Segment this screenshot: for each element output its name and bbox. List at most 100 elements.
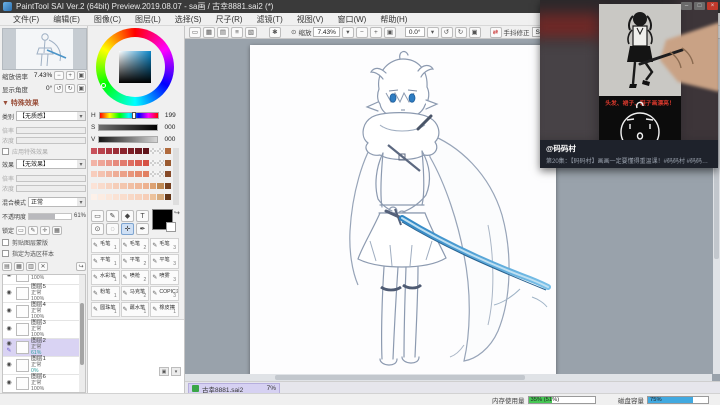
effect-select[interactable]: 【无效果】 ▾ bbox=[16, 159, 86, 169]
canvas-hscrollbar[interactable] bbox=[185, 374, 712, 381]
panel-option-button[interactable]: ▣ bbox=[159, 367, 169, 376]
swatch[interactable] bbox=[128, 160, 134, 166]
swap-colors-icon[interactable]: ↪ bbox=[174, 209, 180, 217]
swatch[interactable] bbox=[128, 183, 134, 189]
eye-icon[interactable]: ◉ bbox=[4, 380, 14, 387]
layer-thumbnail[interactable] bbox=[16, 359, 29, 372]
layer-list-scrollbar[interactable] bbox=[79, 275, 85, 392]
swatch[interactable] bbox=[128, 148, 134, 154]
swatch[interactable] bbox=[113, 148, 119, 154]
lock-draw-icon[interactable]: ✎ bbox=[28, 226, 38, 235]
layer-row-selected[interactable]: ◉✎ 图层2正常61% bbox=[3, 339, 85, 357]
brush-preset[interactable]: ✎圆珠笔1 bbox=[91, 302, 120, 317]
swatch[interactable] bbox=[143, 171, 149, 177]
layer-row[interactable]: ◉ 图层1正常0% bbox=[3, 357, 85, 375]
value-slider[interactable] bbox=[98, 136, 158, 143]
rotate-cw-button[interactable]: ↻ bbox=[65, 84, 74, 93]
swatch[interactable] bbox=[135, 183, 141, 189]
swatch[interactable] bbox=[113, 171, 119, 177]
swatch[interactable] bbox=[165, 160, 171, 166]
swatch[interactable] bbox=[157, 183, 163, 189]
swatch[interactable] bbox=[143, 148, 149, 154]
rect-select-tool[interactable]: ▭ bbox=[91, 210, 104, 222]
selection-feather-icon[interactable]: ▧ bbox=[245, 27, 257, 38]
swatch[interactable] bbox=[165, 183, 171, 189]
swatch[interactable] bbox=[135, 194, 141, 200]
flip-horizontal-icon[interactable]: ⇄ bbox=[490, 27, 502, 38]
pen-tool[interactable]: ✎ bbox=[106, 210, 119, 222]
swatch[interactable] bbox=[98, 148, 104, 154]
eye-icon[interactable]: ◉✎ bbox=[4, 341, 14, 355]
zoom-tool[interactable]: ⊙ bbox=[91, 223, 104, 235]
swatch[interactable] bbox=[91, 160, 97, 166]
layer-thumbnail[interactable] bbox=[16, 287, 29, 300]
angle-dropdown-button[interactable]: ▾ bbox=[427, 27, 439, 38]
swatch[interactable] bbox=[157, 148, 163, 154]
delete-layer-button[interactable]: ✕ bbox=[38, 262, 48, 271]
swatch[interactable] bbox=[113, 160, 119, 166]
brush-preset[interactable]: ✎橡皮擦1 bbox=[150, 302, 179, 317]
layer-options-button[interactable]: ↪ bbox=[76, 262, 86, 271]
menu-edit[interactable]: 编辑(E) bbox=[46, 13, 87, 25]
menu-select[interactable]: 选择(S) bbox=[168, 13, 209, 25]
panel-collapse-button[interactable]: ▾ bbox=[171, 367, 181, 376]
toolbar-zoom-out-button[interactable]: − bbox=[356, 27, 368, 38]
swatch[interactable] bbox=[150, 160, 156, 166]
selection-source-checkbox[interactable] bbox=[2, 250, 9, 257]
new-layer-button[interactable]: ▤ bbox=[2, 262, 12, 271]
lock-transparency-icon[interactable]: ▭ bbox=[16, 226, 26, 235]
swatch[interactable] bbox=[113, 183, 119, 189]
hue-slider[interactable] bbox=[99, 112, 159, 119]
opacity-slider[interactable] bbox=[28, 213, 72, 220]
toolbar-zoom-fit-button[interactable]: ▣ bbox=[384, 27, 396, 38]
swatch[interactable] bbox=[143, 160, 149, 166]
brush-preset[interactable]: ✎粉笔1 bbox=[91, 286, 120, 301]
brush-preset[interactable]: ✎平笔2 bbox=[121, 254, 150, 269]
brush-preset[interactable]: ✎平笔3 bbox=[150, 254, 179, 269]
brush-preset[interactable]: ✎毛笔2 bbox=[121, 238, 150, 253]
layer-thumbnail[interactable] bbox=[16, 274, 29, 282]
swatch[interactable] bbox=[106, 148, 112, 154]
menu-ruler[interactable]: 尺子(R) bbox=[208, 13, 249, 25]
saturation-slider[interactable] bbox=[98, 124, 158, 131]
blend-mode-select[interactable]: 正常 ▾ bbox=[28, 197, 86, 207]
brush-preset[interactable]: ✎毛笔1 bbox=[91, 238, 120, 253]
swatch[interactable] bbox=[120, 160, 126, 166]
layer-thumbnail[interactable] bbox=[16, 341, 29, 354]
layer-thumbnail[interactable] bbox=[16, 305, 29, 318]
swatch[interactable] bbox=[106, 183, 112, 189]
selection-subtract-icon[interactable]: ▤ bbox=[217, 27, 229, 38]
minimize-button[interactable]: – bbox=[681, 2, 692, 10]
saturation-value-box[interactable] bbox=[119, 51, 151, 83]
selection-mode-icon[interactable]: ▭ bbox=[189, 27, 201, 38]
secondary-color-swatch[interactable] bbox=[166, 222, 176, 232]
layer-row[interactable]: ◉ 图层6正常100% bbox=[3, 375, 85, 393]
eye-icon[interactable]: ◉ bbox=[4, 326, 14, 333]
layer-row[interactable]: ◉ 图层3正常100% bbox=[3, 321, 85, 339]
drawing-canvas[interactable] bbox=[250, 45, 556, 376]
bucket-tool[interactable]: ◆ bbox=[121, 210, 134, 222]
rotate-ccw-button[interactable]: ↺ bbox=[54, 84, 63, 93]
eye-icon[interactable]: ◉ bbox=[4, 274, 14, 279]
hue-marker[interactable] bbox=[101, 83, 106, 88]
apply-effect-checkbox[interactable] bbox=[2, 148, 9, 155]
layer-row[interactable]: ◉ 图层5正常100% bbox=[3, 285, 85, 303]
swatch[interactable] bbox=[128, 194, 134, 200]
swatch[interactable] bbox=[135, 171, 141, 177]
layer-row[interactable]: ◉ 图层4正常100% bbox=[3, 303, 85, 321]
stream-video[interactable]: 头发、裙子、鞋子画漂亮！ bbox=[540, 0, 718, 140]
selection-add-icon[interactable]: ▦ bbox=[203, 27, 215, 38]
menu-help[interactable]: 帮助(H) bbox=[373, 13, 414, 25]
text-tool[interactable]: T bbox=[136, 210, 149, 222]
swatch[interactable] bbox=[120, 183, 126, 189]
swatch[interactable] bbox=[106, 160, 112, 166]
navigator-preview[interactable] bbox=[2, 28, 87, 70]
move-tool-selected[interactable]: ✛ bbox=[121, 223, 134, 235]
brush-preset[interactable]: ✎毛笔3 bbox=[150, 238, 179, 253]
brush-preset[interactable]: ✎平笔1 bbox=[91, 254, 120, 269]
swatch[interactable] bbox=[143, 183, 149, 189]
new-folder-button[interactable]: ▦ bbox=[14, 262, 24, 271]
swatch[interactable] bbox=[150, 194, 156, 200]
layer-thumbnail[interactable] bbox=[16, 323, 29, 336]
swatch[interactable] bbox=[106, 171, 112, 177]
